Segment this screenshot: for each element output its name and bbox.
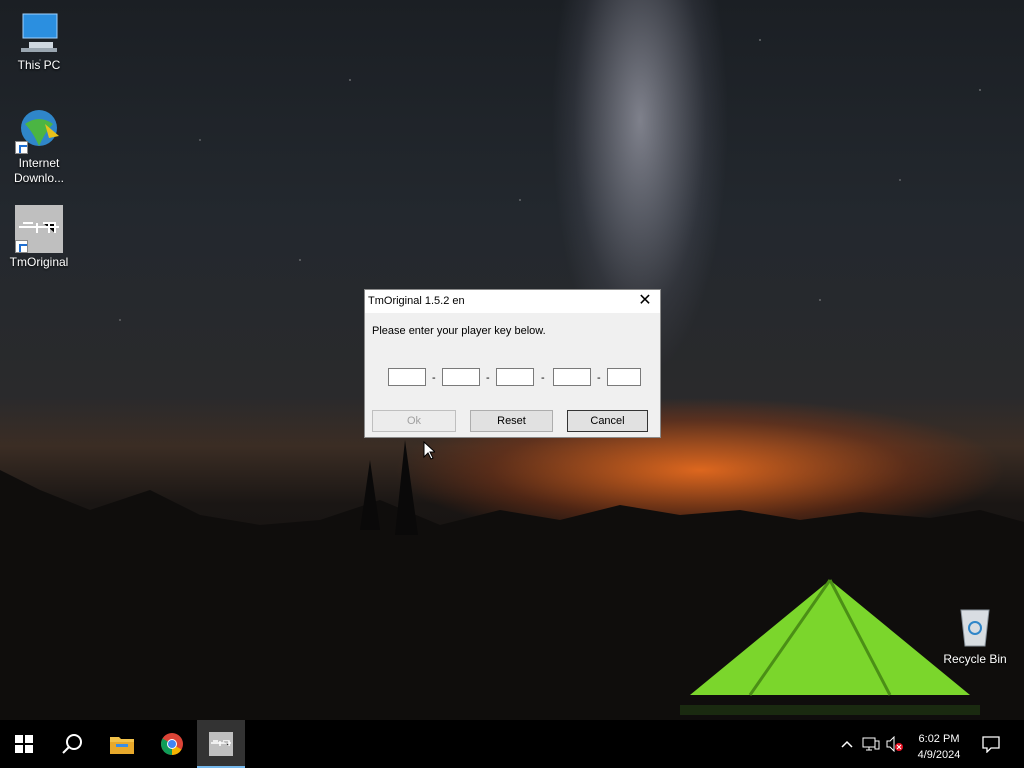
desktop-icon-recycle-bin[interactable]: Recycle Bin — [940, 602, 1010, 667]
clock-time: 6:02 PM — [918, 733, 960, 745]
network-icon — [862, 737, 880, 751]
player-key-field-5[interactable] — [607, 368, 641, 386]
key-separator: - — [486, 372, 490, 384]
network-tray-button[interactable] — [861, 734, 881, 754]
desktop-icon-label: TmOriginal — [9, 255, 69, 269]
chevron-up-icon — [841, 740, 853, 748]
search-icon — [62, 734, 82, 754]
player-key-field-2[interactable] — [442, 368, 480, 386]
folder-icon — [110, 737, 134, 754]
desktop-icon-label: This PC — [17, 58, 61, 72]
volume-tray-button[interactable] — [885, 734, 905, 754]
taskbar-file-explorer[interactable] — [98, 720, 146, 768]
desktop: This PC Internet Downlo... TmOriginal Re… — [0, 0, 1024, 720]
desktop-icon-tmoriginal[interactable]: TmOriginal — [4, 205, 74, 270]
dialog-title: TmOriginal 1.5.2 en — [368, 295, 465, 307]
show-hidden-icons-button[interactable] — [837, 734, 857, 754]
close-icon[interactable]: ✕ — [630, 290, 660, 313]
player-key-dialog: TmOriginal 1.5.2 en ✕ Please enter your … — [364, 289, 661, 438]
cancel-button[interactable]: Cancel — [567, 410, 648, 432]
tmoriginal-app-icon — [209, 732, 233, 756]
clock[interactable]: 6:02 PM 4/9/2024 — [906, 731, 972, 763]
dialog-prompt: Please enter your player key below. — [372, 325, 546, 337]
dialog-titlebar[interactable]: TmOriginal 1.5.2 en ✕ — [365, 290, 660, 313]
tmoriginal-app-icon — [15, 205, 63, 253]
recycle-bin-icon — [951, 602, 999, 650]
windows-logo-icon — [15, 735, 33, 753]
taskbar-chrome[interactable] — [148, 720, 196, 768]
mouse-cursor-icon — [423, 441, 435, 460]
chrome-icon — [161, 733, 183, 755]
key-separator: - — [541, 372, 545, 384]
computer-icon — [15, 8, 63, 56]
clock-date: 4/9/2024 — [917, 749, 961, 761]
desktop-icon-label: Internet Downlo... — [13, 156, 65, 185]
player-key-field-3[interactable] — [496, 368, 534, 386]
wallpaper-tent — [680, 579, 980, 715]
ok-button[interactable]: Ok — [372, 410, 456, 432]
desktop-icon-this-pc[interactable]: This PC — [4, 8, 74, 73]
player-key-field-4[interactable] — [553, 368, 591, 386]
idm-globe-icon — [15, 106, 63, 154]
notification-icon — [982, 736, 1000, 753]
player-key-field-1[interactable] — [388, 368, 426, 386]
taskbar: 6:02 PM 4/9/2024 — [0, 720, 1024, 768]
action-center-button[interactable] — [981, 734, 1001, 754]
taskbar-tmoriginal[interactable] — [197, 720, 245, 768]
reset-button[interactable]: Reset — [470, 410, 553, 432]
start-button[interactable] — [0, 720, 48, 768]
search-button[interactable] — [48, 720, 96, 768]
shortcut-arrow-icon — [15, 141, 28, 154]
key-separator: - — [432, 372, 436, 384]
key-separator: - — [597, 372, 601, 384]
desktop-icon-label: Recycle Bin — [943, 652, 1007, 666]
shortcut-arrow-icon — [15, 240, 28, 253]
volume-muted-icon — [886, 736, 903, 752]
desktop-icon-internet-download-manager[interactable]: Internet Downlo... — [4, 106, 74, 186]
